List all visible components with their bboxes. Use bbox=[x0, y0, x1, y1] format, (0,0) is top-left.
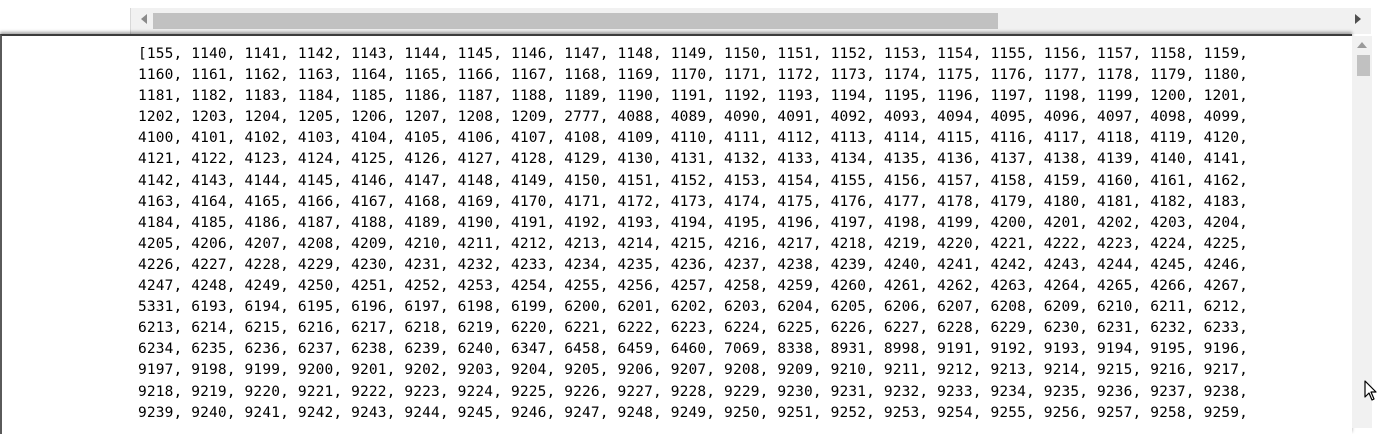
output-line: 1202, 1203, 1204, 1205, 1206, 1207, 1208… bbox=[138, 109, 1248, 126]
horizontal-scrollbar[interactable] bbox=[130, 8, 1371, 34]
output-line: 1160, 1161, 1162, 1163, 1164, 1165, 1166… bbox=[138, 67, 1248, 84]
output-line: 4205, 4206, 4207, 4208, 4209, 4210, 4211… bbox=[138, 235, 1248, 252]
output-line: 4184, 4185, 4186, 4187, 4188, 4189, 4190… bbox=[138, 214, 1248, 231]
output-line: 4163, 4164, 4165, 4166, 4167, 4168, 4169… bbox=[138, 193, 1248, 210]
output-line: 9197, 9198, 9199, 9200, 9201, 9202, 9203… bbox=[138, 362, 1248, 379]
output-line: 6213, 6214, 6215, 6216, 6217, 6218, 6219… bbox=[138, 320, 1248, 337]
mouse-pointer-icon bbox=[1364, 380, 1377, 401]
output-line: 6234, 6235, 6236, 6237, 6238, 6239, 6240… bbox=[138, 341, 1248, 358]
output-line: 4142, 4143, 4144, 4145, 4146, 4147, 4148… bbox=[138, 172, 1248, 189]
scroll-right-arrow-icon[interactable] bbox=[1355, 14, 1361, 24]
output-line: 4226, 4227, 4228, 4229, 4230, 4231, 4232… bbox=[138, 256, 1248, 273]
output-line: 9239, 9240, 9241, 9242, 9243, 9244, 9245… bbox=[138, 404, 1248, 421]
output-line: 1181, 1182, 1183, 1184, 1185, 1186, 1187… bbox=[138, 88, 1248, 105]
output-panel: [155, 1140, 1141, 1142, 1143, 1144, 1145… bbox=[0, 34, 1352, 434]
vertical-scrollbar[interactable] bbox=[1352, 36, 1372, 428]
vertical-scroll-thumb[interactable] bbox=[1357, 55, 1370, 76]
output-line: [155, 1140, 1141, 1142, 1143, 1144, 1145… bbox=[138, 46, 1248, 62]
output-line: 5331, 6193, 6194, 6195, 6196, 6197, 6198… bbox=[138, 299, 1248, 316]
output-text: [155, 1140, 1141, 1142, 1143, 1144, 1145… bbox=[138, 44, 1248, 424]
top-area bbox=[0, 0, 1380, 34]
horizontal-scroll-thumb[interactable] bbox=[153, 13, 998, 29]
output-line: 4121, 4122, 4123, 4124, 4125, 4126, 4127… bbox=[138, 151, 1248, 168]
scroll-up-arrow-icon[interactable] bbox=[1357, 42, 1367, 48]
output-line: 4100, 4101, 4102, 4103, 4104, 4105, 4106… bbox=[138, 130, 1248, 147]
scroll-left-arrow-icon[interactable] bbox=[141, 14, 147, 24]
output-line: 4247, 4248, 4249, 4250, 4251, 4252, 4253… bbox=[138, 278, 1248, 295]
output-line: 9218, 9219, 9220, 9221, 9222, 9223, 9224… bbox=[138, 383, 1248, 400]
